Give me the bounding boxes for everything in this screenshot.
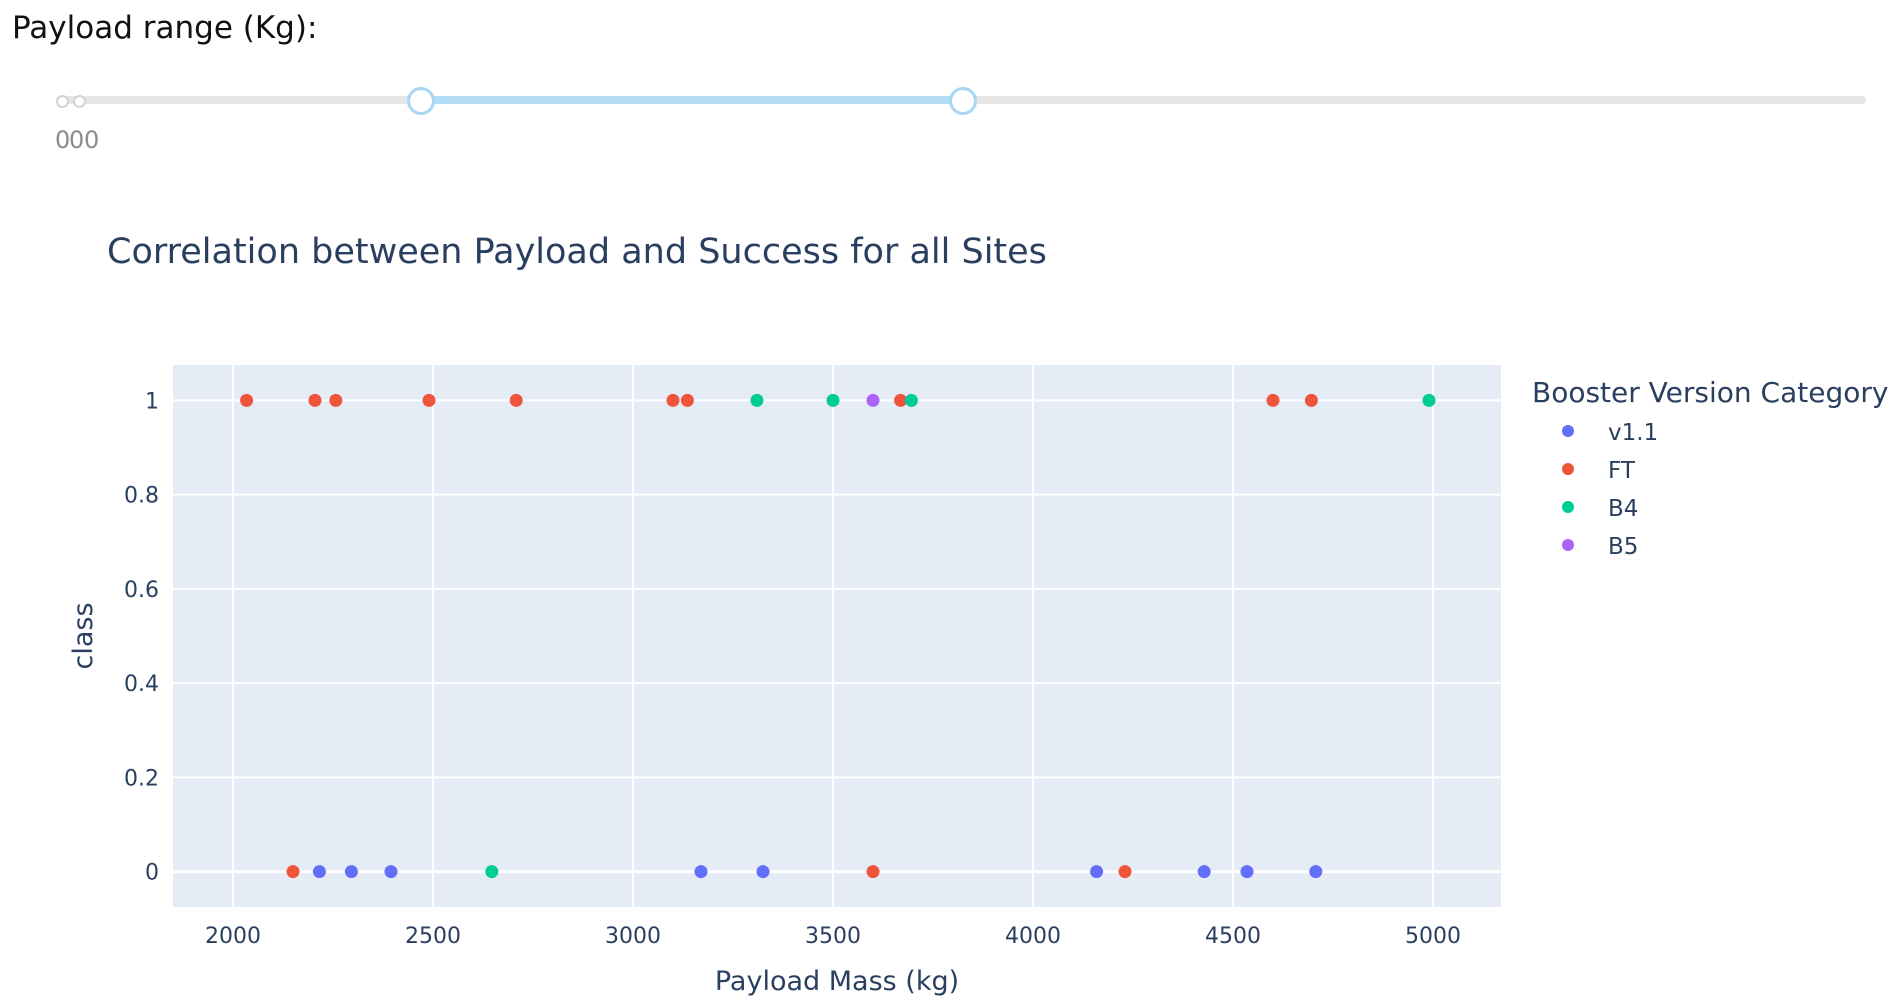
data-point-v1-1[interactable] bbox=[312, 865, 326, 879]
data-point-b4[interactable] bbox=[826, 393, 840, 407]
chart-title: Correlation between Payload and Success … bbox=[107, 232, 1047, 272]
x-tick-label: 3000 bbox=[605, 924, 661, 949]
legend-marker[interactable] bbox=[1562, 539, 1574, 551]
data-point-ft[interactable] bbox=[1266, 393, 1280, 407]
data-point-b4[interactable] bbox=[904, 393, 918, 407]
legend-marker[interactable] bbox=[1562, 501, 1574, 513]
legend-title: Booster Version Category bbox=[1532, 376, 1888, 409]
data-point-ft[interactable] bbox=[286, 865, 300, 879]
data-point-v1-1[interactable] bbox=[694, 865, 708, 879]
slider-handle-high[interactable] bbox=[949, 87, 977, 115]
legend-item-label[interactable]: B4 bbox=[1608, 496, 1638, 522]
data-point-ft[interactable] bbox=[308, 393, 322, 407]
y-tick-label: 0 bbox=[145, 861, 159, 886]
x-tick-label: 5000 bbox=[1405, 924, 1461, 949]
y-tick-label: 0.2 bbox=[124, 766, 159, 791]
data-point-ft[interactable] bbox=[240, 393, 254, 407]
legend-item-label[interactable]: FT bbox=[1608, 458, 1636, 484]
data-point-v1-1[interactable] bbox=[384, 865, 398, 879]
data-point-ft[interactable] bbox=[1118, 865, 1132, 879]
slider-mark-min: 0 bbox=[55, 126, 71, 154]
data-point-v1-1[interactable] bbox=[1240, 865, 1254, 879]
slider-mark-min-3: 0 bbox=[84, 126, 100, 154]
slider-min-handle-small-2[interactable] bbox=[73, 95, 86, 108]
data-point-v1-1[interactable] bbox=[1309, 865, 1323, 879]
data-point-v1-1[interactable] bbox=[756, 865, 770, 879]
x-tick-label: 4000 bbox=[1005, 924, 1061, 949]
legend-item-label[interactable]: v1.1 bbox=[1608, 420, 1658, 446]
slider-label: Payload range (Kg): bbox=[12, 10, 318, 46]
data-point-b4[interactable] bbox=[1422, 393, 1436, 407]
data-point-ft[interactable] bbox=[666, 393, 680, 407]
data-point-ft[interactable] bbox=[866, 865, 880, 879]
x-axis-label: Payload Mass (kg) bbox=[715, 966, 959, 997]
slider-handle-low[interactable] bbox=[407, 87, 436, 115]
data-point-v1-1[interactable] bbox=[344, 865, 358, 879]
data-point-ft[interactable] bbox=[894, 393, 908, 407]
data-point-ft[interactable] bbox=[509, 393, 523, 407]
slider-selected-track bbox=[421, 96, 963, 104]
plot-area bbox=[173, 365, 1501, 907]
slider-mark-min-2: 0 bbox=[69, 126, 85, 154]
data-point-v1-1[interactable] bbox=[1197, 865, 1211, 879]
data-point-b4[interactable] bbox=[485, 865, 499, 879]
legend-marker[interactable] bbox=[1562, 463, 1574, 475]
y-tick-label: 0.4 bbox=[124, 672, 159, 697]
data-point-b4[interactable] bbox=[750, 393, 764, 407]
payload-range-slider[interactable]: 0 0 0 bbox=[0, 80, 1898, 160]
data-point-b5[interactable] bbox=[866, 393, 880, 407]
data-point-ft[interactable] bbox=[422, 393, 436, 407]
x-tick-label: 2500 bbox=[405, 924, 461, 949]
data-point-ft[interactable] bbox=[1304, 393, 1318, 407]
data-point-v1-1[interactable] bbox=[1090, 865, 1104, 879]
y-tick-label: 1 bbox=[145, 389, 159, 414]
y-axis-label: class bbox=[68, 602, 99, 669]
data-point-ft[interactable] bbox=[329, 393, 343, 407]
legend-item-label[interactable]: B5 bbox=[1608, 534, 1638, 560]
x-tick-label: 3500 bbox=[805, 924, 861, 949]
x-tick-label: 4500 bbox=[1205, 924, 1261, 949]
slider-min-handle-small[interactable] bbox=[56, 95, 69, 108]
data-point-ft[interactable] bbox=[680, 393, 694, 407]
y-tick-label: 0.8 bbox=[124, 484, 159, 509]
y-tick-label: 0.6 bbox=[124, 578, 159, 603]
legend-marker[interactable] bbox=[1562, 425, 1574, 437]
x-tick-label: 2000 bbox=[205, 924, 261, 949]
